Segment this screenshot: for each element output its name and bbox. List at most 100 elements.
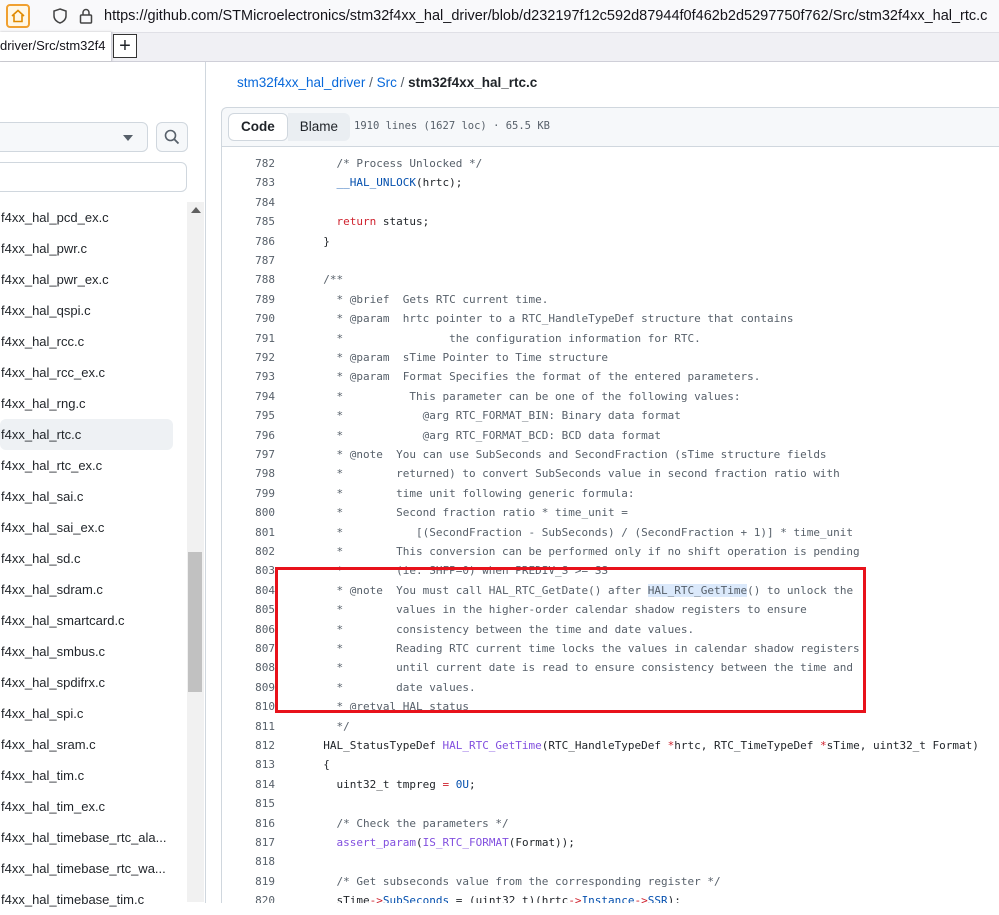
file-tree-item[interactable]: f4xx_hal_tim_ex.c	[0, 791, 186, 822]
line-number[interactable]: 803	[222, 561, 275, 580]
line-number[interactable]: 814	[222, 775, 275, 794]
code-text: * Second fraction ratio * time_unit =	[310, 506, 628, 520]
file-tree-item[interactable]: f4xx_hal_tim.c	[0, 760, 186, 791]
line-number[interactable]: 788	[222, 270, 275, 289]
line-number[interactable]: 797	[222, 445, 275, 464]
code-text: * consistency between the time and date …	[310, 622, 695, 636]
file-tree-item[interactable]: f4xx_hal_rng.c	[0, 388, 186, 419]
line-number[interactable]: 782	[222, 154, 275, 173]
line-number[interactable]: 799	[222, 484, 275, 503]
line-number[interactable]: 817	[222, 833, 275, 852]
code-tab-button[interactable]: Code	[228, 113, 288, 141]
lock-icon[interactable]	[79, 8, 93, 24]
line-number[interactable]: 815	[222, 794, 275, 813]
browser-tab[interactable]: driver/Src/stm32f4	[0, 32, 112, 61]
breadcrumb: stm32f4xx_hal_driver / Src / stm32f4xx_h…	[237, 75, 537, 90]
line-number[interactable]: 813	[222, 755, 275, 774]
file-tree-item[interactable]: f4xx_hal_rtc_ex.c	[0, 450, 186, 481]
line-number[interactable]: 787	[222, 251, 275, 270]
line-number[interactable]: 792	[222, 348, 275, 367]
line-number[interactable]: 816	[222, 814, 275, 833]
line-number[interactable]: 785	[222, 212, 275, 231]
file-tree-item[interactable]: f4xx_hal_pcd_ex.c	[0, 202, 186, 233]
new-tab-button[interactable]: +	[113, 34, 137, 58]
file-tree-item[interactable]: f4xx_hal_rcc_ex.c	[0, 357, 186, 388]
line-number[interactable]: 808	[222, 658, 275, 677]
code-text: * returned) to convert SubSeconds value …	[310, 467, 840, 481]
file-tree-item[interactable]: f4xx_hal_smbus.c	[0, 636, 186, 667]
line-number[interactable]: 786	[222, 232, 275, 251]
home-icon[interactable]	[6, 4, 30, 28]
line-number[interactable]: 783	[222, 173, 275, 192]
file-tree-item[interactable]: f4xx_hal_rcc.c	[0, 326, 186, 357]
branch-selector[interactable]	[0, 122, 148, 152]
code-text: * @arg RTC_FORMAT_BCD: BCD data format	[310, 428, 661, 442]
sidebar-scrollbar[interactable]	[187, 202, 204, 902]
code-text: return status;	[336, 215, 430, 229]
code-text: * date values.	[310, 680, 476, 694]
address-bar[interactable]: https://github.com/STMicroelectronics/st…	[0, 0, 999, 33]
file-tree-item[interactable]: f4xx_hal_timebase_rtc_ala...	[0, 822, 186, 853]
line-number[interactable]: 810	[222, 697, 275, 716]
code-text: sTime->SubSeconds = (uint32_t)(hrtc->Ins…	[310, 894, 681, 903]
file-tree-item[interactable]: f4xx_hal_pwr.c	[0, 233, 186, 264]
code-text: /**	[310, 273, 344, 287]
breadcrumb-dir-link[interactable]: Src	[377, 75, 397, 90]
file-tree-item[interactable]: f4xx_hal_sai_ex.c	[0, 512, 186, 543]
blame-tab-button[interactable]: Blame	[287, 113, 351, 141]
file-tree-item[interactable]: f4xx_hal_smartcard.c	[0, 605, 186, 636]
code-text: * @param hrtc pointer to a RTC_HandleTyp…	[310, 312, 794, 326]
line-number[interactable]: 801	[222, 523, 275, 542]
code-text: /* Check the parameters */	[310, 816, 509, 830]
line-number[interactable]: 800	[222, 503, 275, 522]
line-number[interactable]: 794	[222, 387, 275, 406]
code-text: * @brief Gets RTC current time.	[310, 292, 549, 306]
file-tree-item[interactable]: f4xx_hal_spdifrx.c	[0, 667, 186, 698]
file-tree-item[interactable]: f4xx_hal_sdram.c	[0, 574, 186, 605]
line-number[interactable]: 790	[222, 309, 275, 328]
line-number[interactable]: 793	[222, 367, 275, 386]
file-tree-item[interactable]: f4xx_hal_sd.c	[0, 543, 186, 574]
line-number[interactable]: 811	[222, 717, 275, 736]
breadcrumb-repo-link[interactable]: stm32f4xx_hal_driver	[237, 75, 365, 90]
line-number[interactable]: 802	[222, 542, 275, 561]
line-number[interactable]: 809	[222, 678, 275, 697]
code-text: * @arg RTC_FORMAT_BIN: Binary data forma…	[310, 409, 681, 423]
file-tree-item[interactable]: f4xx_hal_sram.c	[0, 729, 186, 760]
file-tree-item[interactable]: f4xx_hal_pwr_ex.c	[0, 264, 186, 295]
line-number[interactable]: 791	[222, 329, 275, 348]
code-text: __HAL_UNLOCK(hrtc);	[336, 176, 463, 190]
line-number[interactable]: 795	[222, 406, 275, 425]
code-text: * until current date is read to ensure c…	[310, 661, 854, 675]
search-icon	[164, 129, 180, 145]
line-number[interactable]: 818	[222, 852, 275, 871]
file-tree-item[interactable]: f4xx_hal_timebase_rtc_wa...	[0, 853, 186, 884]
line-number[interactable]: 812	[222, 736, 275, 755]
line-number[interactable]: 796	[222, 426, 275, 445]
code-text: {	[310, 758, 330, 772]
file-tree-item[interactable]: f4xx_hal_timebase_tim.c	[0, 884, 186, 915]
file-filter-input[interactable]	[0, 162, 187, 192]
search-button[interactable]	[156, 122, 188, 152]
line-number[interactable]: 798	[222, 464, 275, 483]
url-text[interactable]: https://github.com/STMicroelectronics/st…	[104, 8, 987, 24]
shield-icon[interactable]	[52, 8, 68, 24]
line-number[interactable]: 789	[222, 290, 275, 309]
file-tree-item[interactable]: f4xx_hal_rtc.c	[0, 419, 173, 450]
line-number[interactable]: 807	[222, 639, 275, 658]
file-tree-item[interactable]: f4xx_hal_sai.c	[0, 481, 186, 512]
line-number[interactable]: 805	[222, 600, 275, 619]
file-tree-item[interactable]: f4xx_hal_qspi.c	[0, 295, 186, 326]
code-text: * Reading RTC current time locks the val…	[310, 642, 860, 655]
scrollbar-thumb[interactable]	[188, 552, 202, 692]
scroll-up-icon[interactable]	[191, 207, 201, 213]
code-text: assert_param(IS_RTC_FORMAT(Format));	[336, 836, 575, 849]
line-number[interactable]: 806	[222, 620, 275, 639]
line-number[interactable]: 784	[222, 193, 275, 212]
line-number[interactable]: 819	[222, 872, 275, 891]
file-tree-item[interactable]: f4xx_hal_spi.c	[0, 698, 186, 729]
code-text: * @param sTime Pointer to Time structure	[310, 351, 609, 364]
browser-chrome: https://github.com/STMicroelectronics/st…	[0, 0, 999, 62]
line-number[interactable]: 804	[222, 581, 275, 600]
line-number[interactable]: 820	[222, 891, 275, 903]
